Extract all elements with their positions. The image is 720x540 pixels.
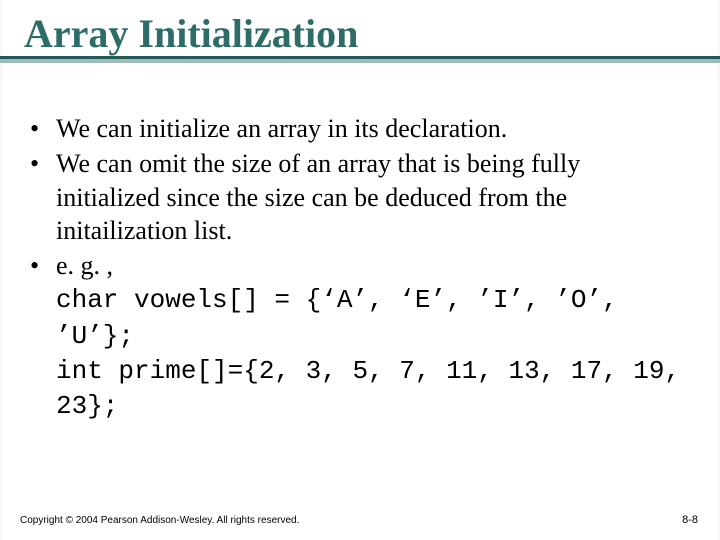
content-area: We can initialize an array in its declar… [0, 62, 720, 423]
page-number: 8-8 [682, 514, 698, 526]
code-line: int prime[]={2, 3, 5, 7, 11, 13, 17, 19,… [56, 356, 680, 421]
bullet-item: We can omit the size of an array that is… [30, 147, 690, 247]
bullet-text: We can omit the size of an array that is… [56, 149, 580, 245]
bullet-lead: e. g. , [56, 251, 113, 280]
bullet-item: We can initialize an array in its declar… [30, 112, 690, 145]
decorative-edge-left [0, 0, 3, 540]
bullet-list: We can initialize an array in its declar… [30, 112, 690, 423]
code-line: char vowels[] = {‘A’, ‘E’, ’I’, ’O’, ’U’… [56, 285, 618, 350]
underline-light-bar [0, 59, 720, 63]
copyright-footer: Copyright © 2004 Pearson Addison-Wesley.… [20, 515, 299, 526]
bullet-text: We can initialize an array in its declar… [56, 114, 507, 143]
slide-title: Array Initialization [24, 12, 696, 56]
title-area: Array Initialization [0, 0, 720, 62]
slide: Array Initialization We can initialize a… [0, 0, 720, 540]
title-underline [0, 56, 720, 64]
bullet-item: e. g. , char vowels[] = {‘A’, ‘E’, ’I’, … [30, 249, 690, 423]
